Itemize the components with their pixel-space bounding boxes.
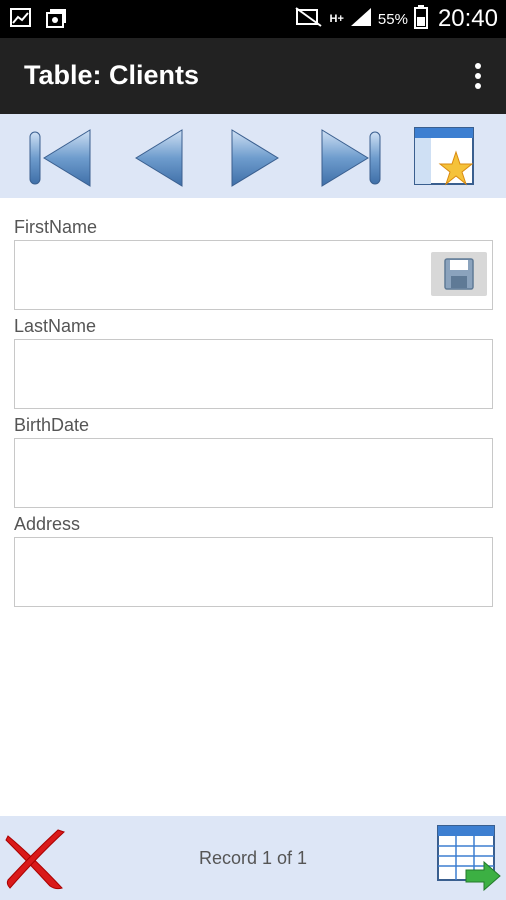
address-label: Address: [14, 514, 81, 534]
first-record-button[interactable]: [26, 122, 96, 192]
clock: 20:40: [437, 5, 498, 32]
previous-record-button[interactable]: [126, 122, 196, 192]
next-record-button[interactable]: [222, 122, 292, 192]
address-field[interactable]: [14, 537, 493, 607]
firstname-label: FirstName: [14, 217, 98, 237]
page-title: Table: Clients: [24, 60, 200, 90]
signal-icon: [350, 7, 372, 32]
mute-icon: [294, 6, 324, 33]
battery-percent: 55%: [377, 10, 408, 28]
bottom-toolbar: Record 1 of 1: [0, 816, 506, 900]
record-form: FirstName LastName BirthDate Address: [14, 214, 493, 610]
birthdate-label: BirthDate: [14, 415, 90, 435]
battery-icon: [413, 4, 428, 34]
status-bar: H+ 55% 20:40: [0, 0, 506, 38]
last-record-button[interactable]: [316, 122, 386, 192]
firstname-field[interactable]: [14, 240, 493, 310]
table-export-icon: [437, 825, 501, 892]
record-status: Record 1 of 1: [198, 848, 308, 868]
photos-notification-icon: [46, 7, 68, 34]
record-navigation-toolbar: [0, 114, 506, 198]
action-bar: Table: Clients: [0, 38, 506, 114]
gallery-notification-icon: [10, 7, 32, 34]
new-record-button[interactable]: [410, 122, 480, 192]
lastname-field[interactable]: [14, 339, 493, 409]
export-table-button[interactable]: [436, 822, 502, 892]
floppy-disk-icon: [444, 258, 474, 290]
lastname-label: LastName: [14, 316, 97, 336]
overflow-menu-icon[interactable]: [472, 62, 484, 92]
network-type-icon: H+: [329, 12, 344, 25]
birthdate-field[interactable]: [14, 438, 493, 508]
save-button[interactable]: [431, 252, 487, 296]
